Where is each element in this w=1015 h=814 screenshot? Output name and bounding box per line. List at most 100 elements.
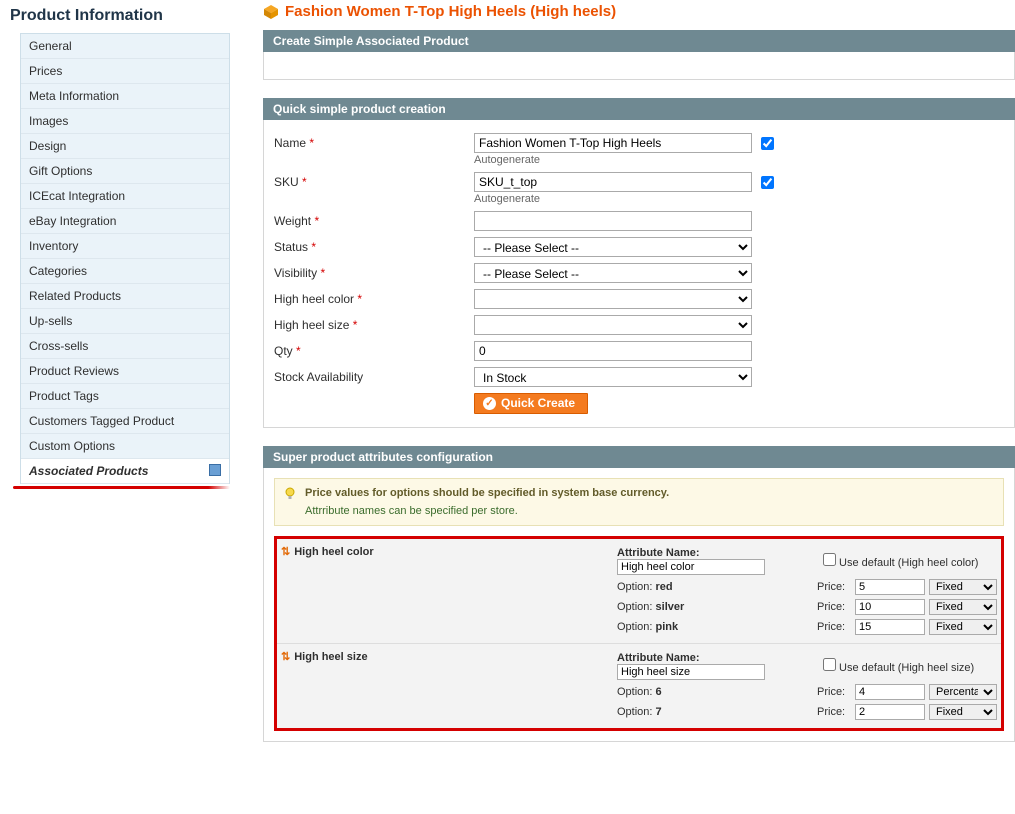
price-label: Price: <box>817 581 855 593</box>
attr-highlight-box: ⇅High heel colorAttribute Name: Use defa… <box>274 536 1004 731</box>
price-label: Price: <box>817 601 855 613</box>
check-icon: ✓ <box>483 397 496 410</box>
drag-handle-icon[interactable]: ⇅ <box>281 546 290 558</box>
use-default-wrap: Use default (High heel size) <box>823 658 974 674</box>
attr-title-cell: ⇅High heel color <box>277 539 613 644</box>
status-label: Status * <box>274 237 474 254</box>
panel-super-attributes: Super product attributes configuration P… <box>263 446 1015 742</box>
quick-create-button[interactable]: ✓ Quick Create <box>474 393 588 414</box>
weight-label: Weight * <box>274 211 474 228</box>
high-heel-size-select[interactable] <box>474 315 752 335</box>
qty-input[interactable] <box>474 341 752 361</box>
price-type-select[interactable]: FixedPercentage <box>929 599 997 615</box>
visibility-select[interactable]: -- Please Select -- <box>474 263 752 283</box>
high-heel-color-label: High heel color * <box>274 289 474 306</box>
price-label: Price: <box>817 686 855 698</box>
price-input[interactable] <box>855 704 925 720</box>
visibility-label: Visibility * <box>274 263 474 280</box>
sidebar: Product Information GeneralPricesMeta In… <box>0 0 235 760</box>
disk-icon <box>209 464 221 476</box>
panel-quick-create: Quick simple product creation Name * Aut… <box>263 98 1015 428</box>
status-select[interactable]: -- Please Select -- <box>474 237 752 257</box>
sidebar-item[interactable]: Customers Tagged Product <box>21 409 229 434</box>
attr-name-label: Attribute Name: <box>617 652 817 680</box>
sidebar-item[interactable]: ICEcat Integration <box>21 184 229 209</box>
option-name: Option: 6 <box>617 686 817 698</box>
sku-autogen-hint: Autogenerate <box>474 193 774 205</box>
option-name: Option: red <box>617 581 817 593</box>
attr-name-label: Attribute Name: <box>617 547 817 575</box>
sidebar-item[interactable]: Custom Options <box>21 434 229 459</box>
high-heel-color-select[interactable] <box>474 289 752 309</box>
sidebar-item[interactable]: General <box>21 34 229 59</box>
stock-select[interactable]: In Stock <box>474 367 752 387</box>
name-label: Name * <box>274 133 474 150</box>
option-name: Option: pink <box>617 621 817 633</box>
panel-quick-body: Name * Autogenerate SKU * Autogenerate <box>263 120 1015 428</box>
panel-super-header: Super product attributes configuration <box>263 446 1015 468</box>
sidebar-title: Product Information <box>5 5 235 33</box>
high-heel-size-label: High heel size * <box>274 315 474 332</box>
option-name: Option: silver <box>617 601 817 613</box>
price-type-select[interactable]: FixedPercentage <box>929 619 997 635</box>
panel-super-body: Price values for options should be speci… <box>263 468 1015 742</box>
price-type-select[interactable]: FixedPercentage <box>929 579 997 595</box>
option-row: Option: pinkPrice: FixedPercentage <box>617 617 997 637</box>
sidebar-item[interactable]: Images <box>21 109 229 134</box>
option-row: Option: 7Price: FixedPercentage <box>617 702 997 722</box>
attr-title-cell: ⇅High heel size <box>277 644 613 729</box>
panel-create-simple: Create Simple Associated Product <box>263 30 1015 80</box>
sidebar-item[interactable]: Prices <box>21 59 229 84</box>
price-input[interactable] <box>855 579 925 595</box>
lightbulb-icon <box>283 487 297 501</box>
panel-create-header: Create Simple Associated Product <box>263 30 1015 52</box>
option-name: Option: 7 <box>617 706 817 718</box>
note-box: Price values for options should be speci… <box>274 478 1004 526</box>
sidebar-item[interactable]: Gift Options <box>21 159 229 184</box>
name-input[interactable] <box>474 133 752 153</box>
sidebar-item[interactable]: Cross-sells <box>21 334 229 359</box>
sidebar-item[interactable]: Categories <box>21 259 229 284</box>
name-autogen-checkbox[interactable] <box>761 137 774 150</box>
attr-name-input[interactable] <box>617 664 765 680</box>
page-title: Fashion Women T-Top High Heels (High hee… <box>285 3 616 20</box>
use-default-checkbox[interactable] <box>823 553 836 566</box>
page-title-row: Fashion Women T-Top High Heels (High hee… <box>263 0 1015 30</box>
sku-label: SKU * <box>274 172 474 189</box>
price-type-select[interactable]: FixedPercentage <box>929 704 997 720</box>
sidebar-item[interactable]: Design <box>21 134 229 159</box>
active-underline <box>13 486 230 489</box>
sidebar-item[interactable]: Related Products <box>21 284 229 309</box>
price-label: Price: <box>817 706 855 718</box>
sidebar-item[interactable]: Product Reviews <box>21 359 229 384</box>
sidebar-item[interactable]: Meta Information <box>21 84 229 109</box>
sidebar-item[interactable]: Product Tags <box>21 384 229 409</box>
attr-table: ⇅High heel colorAttribute Name: Use defa… <box>277 539 1001 728</box>
panel-create-body <box>263 52 1015 80</box>
use-default-checkbox[interactable] <box>823 658 836 671</box>
price-input[interactable] <box>855 599 925 615</box>
sidebar-item[interactable]: eBay Integration <box>21 209 229 234</box>
option-row: Option: silverPrice: FixedPercentage <box>617 597 997 617</box>
qty-label: Qty * <box>274 341 474 358</box>
attr-options-cell: Attribute Name: Use default (High heel s… <box>613 644 1001 729</box>
panel-quick-header: Quick simple product creation <box>263 98 1015 120</box>
price-type-select[interactable]: FixedPercentage <box>929 684 997 700</box>
product-cube-icon <box>263 4 279 20</box>
sidebar-item[interactable]: Associated Products <box>21 459 229 484</box>
sku-autogen-checkbox[interactable] <box>761 176 774 189</box>
sidebar-item[interactable]: Inventory <box>21 234 229 259</box>
attr-name-input[interactable] <box>617 559 765 575</box>
use-default-wrap: Use default (High heel color) <box>823 553 978 569</box>
stock-label: Stock Availability <box>274 367 474 384</box>
price-label: Price: <box>817 621 855 633</box>
price-input[interactable] <box>855 684 925 700</box>
weight-input[interactable] <box>474 211 752 231</box>
sidebar-item[interactable]: Up-sells <box>21 309 229 334</box>
sidebar-list: GeneralPricesMeta InformationImagesDesig… <box>20 33 230 484</box>
sku-input[interactable] <box>474 172 752 192</box>
price-input[interactable] <box>855 619 925 635</box>
note-line2: Attrribute names can be specified per st… <box>305 505 993 517</box>
option-row: Option: 6Price: FixedPercentage <box>617 682 997 702</box>
drag-handle-icon[interactable]: ⇅ <box>281 651 290 663</box>
